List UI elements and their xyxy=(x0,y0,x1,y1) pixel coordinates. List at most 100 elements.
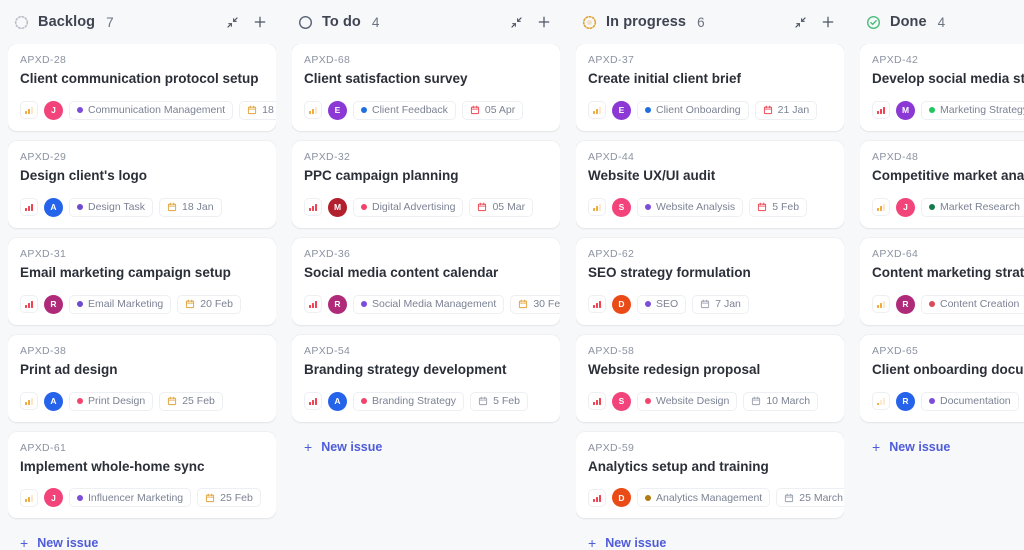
priority-icon[interactable] xyxy=(304,295,322,314)
assignee-avatar[interactable]: D xyxy=(612,294,631,314)
issue-card[interactable]: APXD-32 PPC campaign planning M Digital Adv… xyxy=(292,140,560,228)
assignee-avatar[interactable]: R xyxy=(896,294,915,314)
issue-card[interactable]: APXD-42 Develop social media strategy M Mar… xyxy=(860,44,1024,131)
due-date-chip[interactable]: 5 Feb xyxy=(470,391,528,411)
priority-icon[interactable] xyxy=(20,488,38,507)
label-chip[interactable]: Website Design xyxy=(637,391,738,411)
issue-card[interactable]: APXD-59 Analytics setup and training D Anal… xyxy=(576,431,844,519)
new-issue-button[interactable]: + New issue xyxy=(860,432,1024,462)
due-date-chip[interactable]: 21 Jan xyxy=(754,100,818,120)
issue-card[interactable]: APXD-64 Content marketing strategy R Conten… xyxy=(860,237,1024,325)
due-date-chip[interactable]: 05 Apr xyxy=(461,100,524,120)
priority-icon[interactable] xyxy=(588,488,606,507)
label-chip[interactable]: Website Analysis xyxy=(637,197,744,217)
label-chip[interactable]: Social Media Management xyxy=(353,294,505,314)
collapse-column-icon[interactable] xyxy=(224,14,240,30)
label-chip[interactable]: Content Creation xyxy=(921,294,1024,314)
label-chip[interactable]: Market Research xyxy=(921,197,1024,217)
label-chip[interactable]: Influencer Marketing xyxy=(69,488,192,508)
assignee-avatar[interactable]: A xyxy=(44,391,63,411)
assignee-avatar[interactable]: D xyxy=(612,488,631,508)
priority-icon[interactable] xyxy=(872,295,890,314)
issue-card[interactable]: APXD-61 Implement whole-home sync J Influen… xyxy=(8,431,276,519)
assignee-avatar[interactable]: S xyxy=(612,391,631,411)
due-date-chip[interactable]: 25 March xyxy=(776,488,844,508)
issue-card[interactable]: APXD-37 Create initial client brief E Clien… xyxy=(576,44,844,131)
priority-icon[interactable] xyxy=(304,392,322,410)
issue-card[interactable]: APXD-68 Client satisfaction survey E Client… xyxy=(292,44,560,131)
add-issue-icon[interactable] xyxy=(536,14,552,30)
due-date-chip[interactable]: 25 Feb xyxy=(197,488,261,508)
priority-icon[interactable] xyxy=(588,198,606,217)
issue-id: APXD-61 xyxy=(20,441,67,454)
assignee-avatar[interactable]: J xyxy=(44,100,63,120)
due-date-chip[interactable]: 18 Jan xyxy=(239,100,276,120)
priority-icon[interactable] xyxy=(20,198,38,217)
label-chip[interactable]: Marketing Strategy xyxy=(921,100,1024,120)
column-cards: APXD-68 Client satisfaction survey E Client… xyxy=(292,44,560,550)
issue-card[interactable]: APXD-62 SEO strategy formulation D SEO 7 Jan xyxy=(576,237,844,325)
label-chip[interactable]: Communication Management xyxy=(69,100,234,120)
issue-card[interactable]: APXD-36 Social media content calendar R Soc… xyxy=(292,237,560,325)
priority-icon[interactable] xyxy=(20,392,38,410)
label-chip[interactable]: Print Design xyxy=(69,391,154,411)
due-date-chip[interactable]: 20 Feb xyxy=(177,294,241,314)
issue-card[interactable]: APXD-38 Print ad design A Print Design 25 Fe… xyxy=(8,334,276,422)
due-date-chip[interactable]: 25 Feb xyxy=(159,391,223,411)
label-chip[interactable]: Email Marketing xyxy=(69,294,172,314)
priority-icon[interactable] xyxy=(20,101,38,120)
priority-icon[interactable] xyxy=(304,198,322,217)
label-chip[interactable]: Client Onboarding xyxy=(637,100,749,120)
priority-icon[interactable] xyxy=(588,295,606,314)
priority-icon[interactable] xyxy=(588,101,606,120)
label-chip[interactable]: Documentation xyxy=(921,391,1019,411)
new-issue-button[interactable]: + New issue xyxy=(292,432,560,462)
new-issue-button[interactable]: + New issue xyxy=(8,528,276,550)
assignee-avatar[interactable]: R xyxy=(44,294,63,314)
issue-card[interactable]: APXD-58 Website redesign proposal S Website… xyxy=(576,334,844,422)
due-date-chip[interactable]: 05 Mar xyxy=(469,197,534,217)
assignee-avatar[interactable]: J xyxy=(44,488,63,508)
new-issue-button[interactable]: + New issue xyxy=(576,528,844,550)
due-date-chip[interactable]: 5 Feb xyxy=(749,197,808,217)
assignee-avatar[interactable]: A xyxy=(44,197,63,217)
circle-outline-icon xyxy=(298,15,313,30)
issue-card[interactable]: APXD-44 Website UX/UI audit S Website Analy… xyxy=(576,140,844,228)
priority-icon[interactable] xyxy=(872,198,890,217)
priority-icon[interactable] xyxy=(20,295,38,314)
issue-card[interactable]: APXD-28 Client communication protocol set… xyxy=(8,44,276,131)
due-date-chip[interactable]: 30 Feb xyxy=(510,294,560,314)
issue-card[interactable]: APXD-29 Design client's logo A Design Task 1… xyxy=(8,140,276,228)
issue-card[interactable]: APXD-54 Branding strategy development A Bra… xyxy=(292,334,560,422)
assignee-avatar[interactable]: A xyxy=(328,391,347,411)
issue-card[interactable]: APXD-48 Competitive market analysis J Marke… xyxy=(860,140,1024,228)
due-date-chip[interactable]: 7 Jan xyxy=(692,294,749,314)
issue-card[interactable]: APXD-65 Client onboarding documentation R D… xyxy=(860,334,1024,422)
due-date-chip[interactable]: 10 March xyxy=(743,391,819,411)
label-chip[interactable]: Digital Advertising xyxy=(353,197,464,217)
priority-icon[interactable] xyxy=(872,392,890,410)
assignee-avatar[interactable]: S xyxy=(612,197,631,217)
assignee-avatar[interactable]: E xyxy=(612,100,631,120)
add-issue-icon[interactable] xyxy=(820,14,836,30)
assignee-avatar[interactable]: R xyxy=(328,294,347,314)
label-chip[interactable]: Client Feedback xyxy=(353,100,456,120)
label-chip[interactable]: Branding Strategy xyxy=(353,391,465,411)
assignee-avatar[interactable]: J xyxy=(896,197,915,217)
assignee-avatar[interactable]: R xyxy=(896,391,915,411)
assignee-avatar[interactable]: M xyxy=(328,197,347,217)
issue-card[interactable]: APXD-31 Email marketing campaign setup R Em… xyxy=(8,237,276,325)
collapse-column-icon[interactable] xyxy=(508,14,524,30)
priority-icon[interactable] xyxy=(304,101,322,120)
due-date-chip[interactable]: 18 Jan xyxy=(159,197,222,217)
label-chip[interactable]: SEO xyxy=(637,294,687,314)
label-chip[interactable]: Analytics Management xyxy=(637,488,771,508)
assignee-avatar[interactable]: M xyxy=(896,100,915,120)
priority-icon[interactable] xyxy=(588,392,606,410)
collapse-column-icon[interactable] xyxy=(792,14,808,30)
assignee-avatar[interactable]: E xyxy=(328,100,347,120)
add-issue-icon[interactable] xyxy=(252,14,268,30)
column-backlog: Backlog 7 APXD-28 Client communication prot… xyxy=(0,0,284,550)
priority-icon[interactable] xyxy=(872,101,890,120)
label-chip[interactable]: Design Task xyxy=(69,197,154,217)
